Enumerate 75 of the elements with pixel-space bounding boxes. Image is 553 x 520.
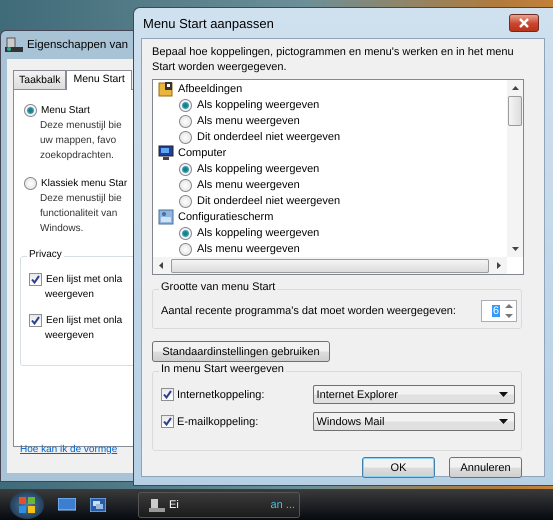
computer-monitor-icon (158, 145, 174, 161)
scroll-down-icon[interactable] (512, 247, 518, 251)
scroll-up-icon[interactable] (512, 86, 518, 90)
ok-button[interactable]: OK (362, 457, 435, 478)
option-label: Dit onderdeel niet weergeven (197, 131, 340, 143)
switch-windows-icon[interactable] (90, 498, 106, 512)
start-button[interactable] (10, 490, 44, 518)
description-text: Deze menustijl bie (39, 119, 123, 133)
dropdown[interactable]: Internet Explorer (312, 385, 515, 404)
field-label: Aantal recente programma's dat moet worden weergegeven: (161, 305, 456, 317)
close-icon[interactable] (518, 18, 530, 28)
radio-button[interactable] (24, 104, 37, 116)
intro-text: Bepaal hoe koppelingen, pictogrammen en menu's werken en in het menu Start worden weergegeven. (152, 45, 515, 75)
option-label: Als koppeling weergeven (197, 163, 320, 175)
taskbar-window-button[interactable]: Ei an ... (138, 492, 300, 518)
group-title: In menu Start weergeven (159, 363, 286, 375)
windows-logo-icon[interactable] (17, 494, 37, 514)
option-label: Klassiek menu Star (41, 178, 128, 188)
dropdown[interactable]: Windows Mail (312, 412, 515, 431)
radio-button[interactable] (179, 114, 192, 128)
radio-button[interactable] (179, 130, 192, 144)
tab[interactable]: Taakbalk (13, 70, 66, 89)
dialog-title: Menu Start aanpassen (143, 16, 274, 30)
option-label: Dit onderdeel niet weergeven (197, 195, 340, 207)
option-label: Als koppeling weergeven (197, 99, 320, 111)
horizontal-scrollbar[interactable] (153, 257, 507, 274)
radio-button[interactable] (179, 98, 192, 112)
description-text: uw mappen, favo (39, 134, 118, 148)
window-title: Eigenschappen van (27, 39, 128, 51)
checkbox-label: weergeven (44, 329, 95, 343)
radio-button[interactable] (24, 176, 37, 190)
help-link[interactable]: Hoe kan ik de vormge (20, 444, 118, 455)
window-icon[interactable] (149, 498, 165, 512)
tree-item: Configuratiescherm (178, 211, 274, 223)
tree-item: Computer (178, 147, 226, 159)
radio-button[interactable] (179, 226, 192, 240)
desktop-icon[interactable] (58, 498, 76, 512)
scroll-right-icon[interactable] (497, 262, 501, 269)
checkbox[interactable] (29, 272, 42, 286)
dropdown-arrow-icon (499, 419, 508, 424)
radio-button[interactable] (179, 242, 192, 256)
option-label: Als koppeling weergeven (197, 227, 320, 239)
option-label: Als menu weergeven (197, 179, 300, 191)
dropdown-arrow-icon (499, 392, 508, 397)
checkbox-label: Een lijst met onla (46, 274, 122, 284)
option-label: Als menu weergeven (197, 115, 300, 127)
description-text: functionaliteit van (39, 207, 118, 221)
close-button[interactable] (509, 14, 539, 32)
radio-button[interactable] (179, 194, 192, 208)
option-label: Menu Start (41, 104, 90, 116)
description-text: Windows. (39, 222, 84, 236)
cancel-button[interactable]: Annuleren (449, 457, 522, 478)
tree-item: Afbeeldingen (178, 83, 242, 95)
checkbox-label: Internetkoppeling: (177, 388, 266, 400)
option-label: Als menu weergeven (197, 243, 300, 255)
description-text: Deze menustijl bie (39, 192, 123, 206)
taskbar-window-icon (5, 37, 23, 53)
restore-defaults-button[interactable]: Standaardinstellingen gebruiken (152, 341, 330, 362)
radio-button[interactable] (179, 178, 192, 192)
checkbox-label: weergeven (44, 288, 95, 302)
checkbox[interactable] (161, 415, 174, 428)
description-text: zoekopdrachten. (39, 149, 115, 163)
scrollbar-thumb[interactable] (508, 96, 522, 126)
scroll-left-icon[interactable] (159, 262, 163, 269)
scrollbar-thumb[interactable] (171, 258, 489, 272)
checkbox-label: Een lijst met onla (46, 314, 122, 326)
group-title: Grootte van menu Start (159, 281, 278, 293)
checkbox[interactable] (29, 314, 42, 326)
tab[interactable]: Menu Start (66, 70, 132, 90)
checkbox-label: E-mailkoppeling: (177, 416, 260, 428)
radio-button[interactable] (179, 162, 192, 176)
group-title: Privacy (27, 249, 64, 260)
checkbox[interactable] (161, 388, 174, 401)
vertical-scrollbar[interactable] (507, 80, 523, 257)
control-panel-icon (158, 209, 174, 225)
